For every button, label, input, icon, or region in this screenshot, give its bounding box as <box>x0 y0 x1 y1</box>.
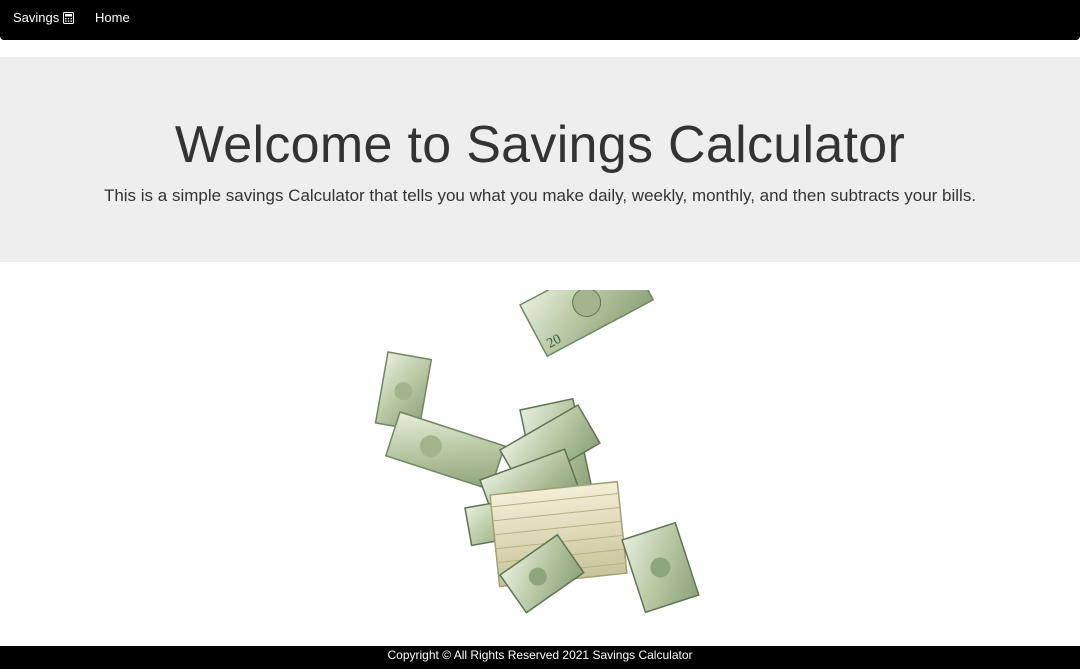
brand-label: Savings <box>13 10 60 25</box>
page-title: Welcome to Savings Calculator <box>174 116 906 174</box>
page-subtitle: This is a simple savings Calculator that… <box>103 186 977 205</box>
nav-home-link[interactable]: Home <box>95 11 130 25</box>
brand-link[interactable]: Savings <box>13 10 75 25</box>
copyright-text: Copyright © All Rights Reserved 2021 Sav… <box>387 648 693 662</box>
navbar: Savings Home <box>0 0 1080 40</box>
jumbotron: Welcome to Savings Calculator This is a … <box>0 57 1080 262</box>
footer: Copyright © All Rights Reserved 2021 Sav… <box>0 646 1080 669</box>
flying-money-image: 20 <box>374 290 700 614</box>
calculator-icon <box>63 12 75 24</box>
